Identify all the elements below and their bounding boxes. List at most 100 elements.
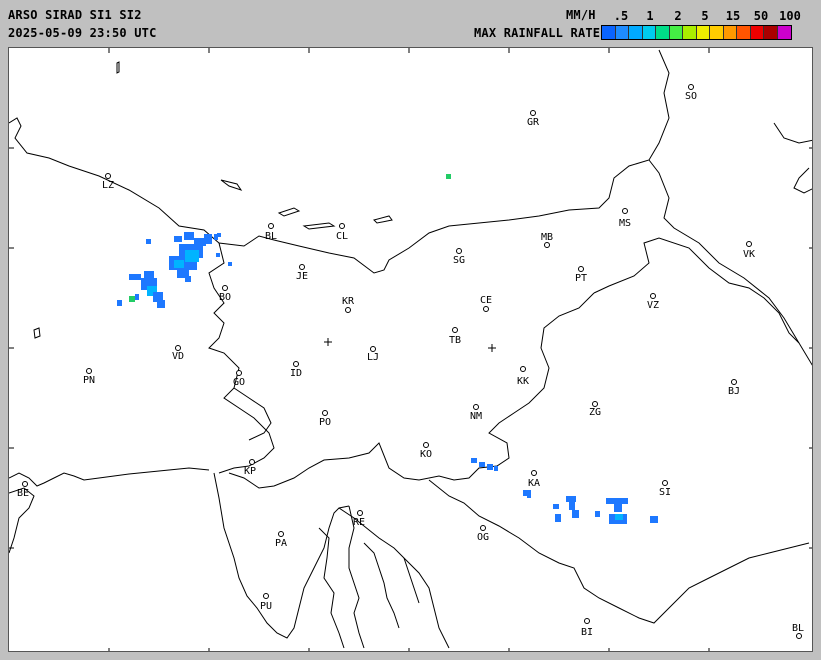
echo-cluster-southeast — [471, 458, 658, 524]
city-label: LJ — [367, 352, 379, 363]
city-so: SO — [685, 84, 697, 102]
legend-swatch-2 — [629, 26, 643, 39]
city-markers: SO GR LZ MS BL CL MB VK JE SG PT BO KR C… — [17, 84, 804, 639]
radar-sites — [324, 338, 496, 352]
city-kp: KP — [244, 459, 256, 477]
city-label: VK — [743, 249, 755, 260]
precipitation-echoes — [117, 174, 658, 524]
city-bo: BO — [219, 285, 231, 303]
city-go: GO — [233, 370, 245, 388]
city-label: GR — [527, 117, 540, 128]
city-sg: SG — [453, 248, 465, 266]
city-si: SI — [659, 480, 671, 498]
city-id: ID — [290, 361, 302, 379]
legend-title: MAX RAINFALL RATE — [474, 26, 601, 40]
city-label: VD — [172, 351, 184, 362]
city-label: CE — [480, 295, 492, 306]
city-lz: LZ — [102, 173, 114, 191]
timestamp: 2025-05-09 23:50 UTC — [8, 26, 157, 40]
city-label: KA — [528, 478, 540, 489]
city-ce: CE — [480, 295, 492, 312]
city-label: ZG — [589, 407, 601, 418]
echo-cluster-northwest — [117, 232, 232, 308]
city-bl-south: BL — [792, 623, 804, 639]
city-label: OG — [477, 532, 489, 543]
city-cl: CL — [336, 223, 348, 242]
city-label: BE — [17, 488, 29, 499]
city-bl: BL — [265, 223, 277, 242]
city-ka: KA — [528, 470, 540, 489]
legend-swatch-10 — [737, 26, 751, 39]
city-label: VZ — [647, 300, 659, 311]
legend-swatch-5 — [669, 26, 683, 39]
city-label: SG — [453, 255, 465, 266]
city-label: BO — [219, 292, 231, 303]
legend-swatch-8 — [710, 26, 724, 39]
unit-label: MM/H — [566, 8, 596, 22]
legend-swatch-0 — [602, 26, 616, 39]
legend-swatch-13 — [777, 26, 791, 39]
city-label: BI — [581, 627, 593, 638]
city-kk: KK — [517, 366, 529, 387]
city-be: BE — [17, 481, 29, 499]
legend-swatch-11 — [750, 26, 764, 39]
city-pu: PU — [260, 593, 272, 612]
city-label: KK — [517, 376, 529, 387]
city-gr: GR — [527, 110, 540, 128]
city-label: PA — [275, 538, 287, 549]
radar-site-lisca — [324, 338, 332, 346]
city-vz: VZ — [647, 293, 659, 311]
city-label: TB — [449, 335, 461, 346]
city-label: RE — [353, 517, 365, 528]
city-label: LZ — [102, 180, 114, 191]
city-vd: VD — [172, 345, 184, 362]
city-label: SI — [659, 487, 671, 498]
legend-swatch-12 — [764, 26, 778, 39]
city-label: NM — [470, 411, 482, 422]
legend-tick: 100 — [779, 9, 801, 23]
city-label: MS — [619, 218, 631, 229]
city-pa: PA — [275, 531, 287, 549]
legend-swatch-3 — [642, 26, 656, 39]
legend-swatch-9 — [723, 26, 737, 39]
legend-tick: 50 — [753, 9, 769, 23]
city-label: JE — [296, 271, 308, 282]
city-je: JE — [296, 264, 308, 282]
legend-swatch-1 — [615, 26, 629, 39]
city-vk: VK — [743, 241, 755, 260]
city-label: KO — [420, 449, 432, 460]
legend-tick: .5 — [613, 9, 629, 23]
city-po: PO — [319, 410, 331, 428]
radar-map[interactable]: SO GR LZ MS BL CL MB VK JE SG PT BO KR C… — [8, 47, 813, 652]
city-bj: BJ — [728, 379, 740, 397]
city-pn: PN — [83, 368, 95, 386]
city-label: PN — [83, 375, 95, 386]
city-label: BL — [792, 623, 804, 634]
city-ko: KO — [420, 442, 432, 460]
city-re: RE — [353, 510, 365, 528]
city-label: SO — [685, 91, 697, 102]
product-title: ARSO SIRAD SI1 SI2 — [8, 8, 142, 22]
city-lj: LJ — [367, 346, 379, 363]
radar-site-pasja-ravan — [488, 344, 496, 352]
city-label: PU — [260, 601, 272, 612]
city-label: KP — [244, 466, 256, 477]
map-edge-ticks — [9, 48, 812, 651]
legend-swatch-6 — [683, 26, 697, 39]
city-label: PO — [319, 417, 331, 428]
city-label: CL — [336, 231, 348, 242]
city-tb: TB — [449, 327, 461, 346]
city-label: PT — [575, 273, 587, 284]
legend-tick: 2 — [674, 9, 682, 23]
radar-window: ARSO SIRAD SI1 SI2 2025-05-09 23:50 UTC … — [0, 0, 821, 660]
legend-swatch-7 — [696, 26, 710, 39]
legend-tick: 15 — [725, 9, 741, 23]
city-mb: MB — [541, 232, 553, 248]
city-pt: PT — [575, 266, 587, 284]
city-nm: NM — [470, 404, 482, 422]
legend-tick: 5 — [701, 9, 709, 23]
echo-cell-north — [446, 174, 451, 179]
city-label: BJ — [728, 386, 740, 397]
color-legend-bar — [601, 25, 792, 40]
city-label: ID — [290, 368, 302, 379]
